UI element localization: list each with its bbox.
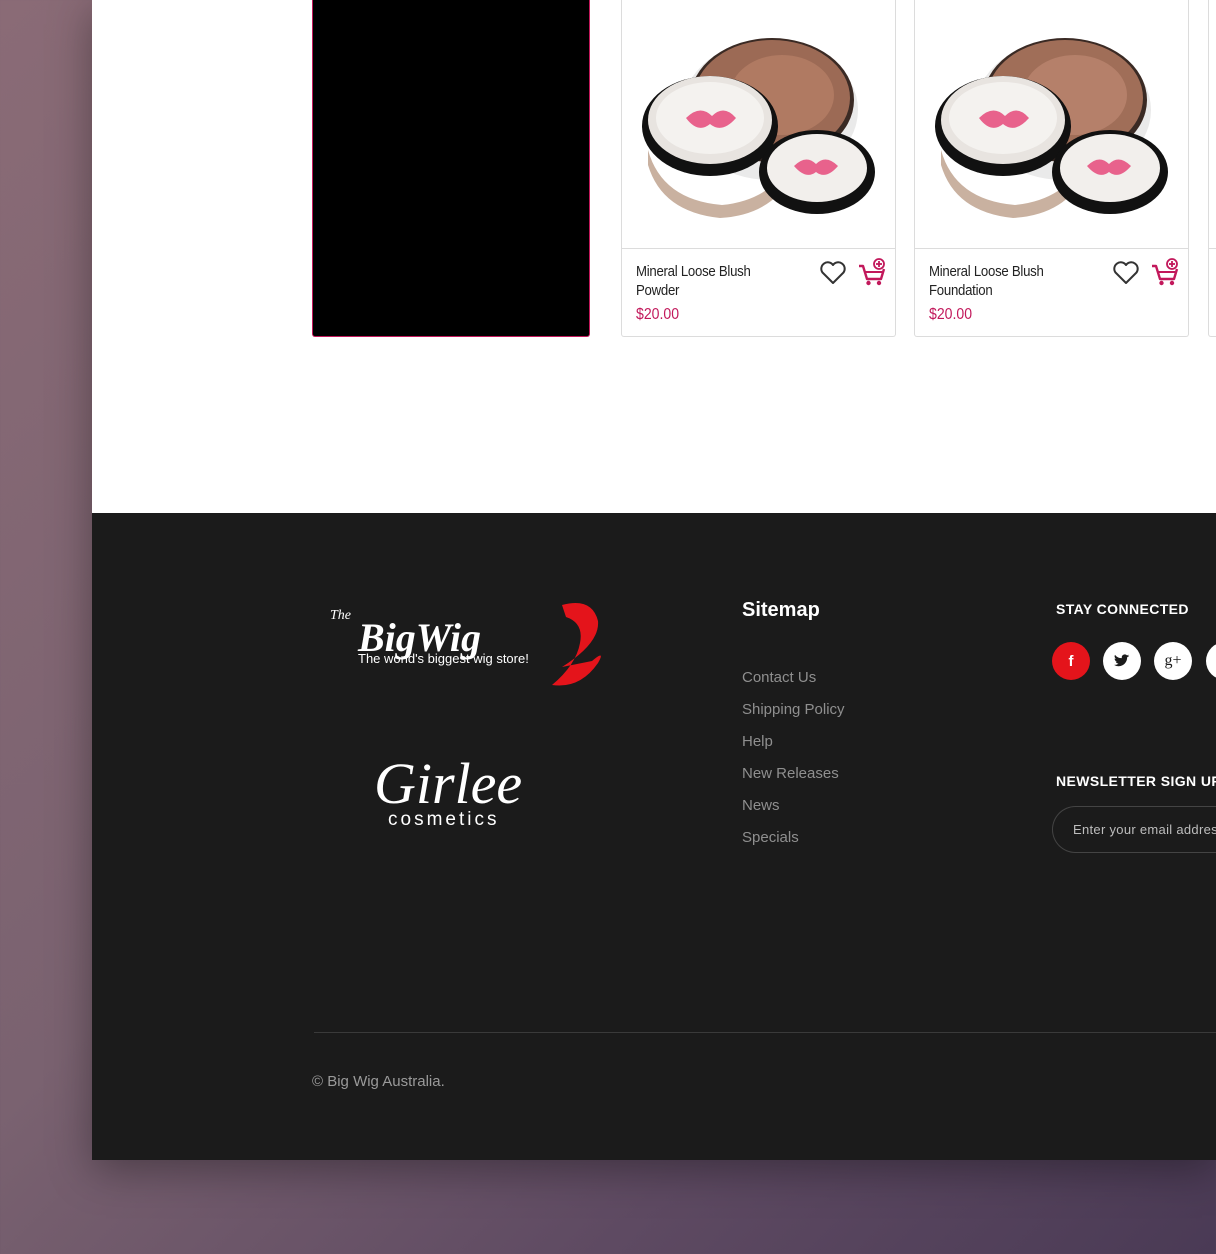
add-to-cart-icon[interactable] — [1150, 258, 1180, 288]
product-card[interactable]: Mineral Loose Blush Foundation $20.00 — [914, 0, 1189, 337]
newsletter-email-input[interactable] — [1052, 806, 1216, 853]
wishlist-heart-icon[interactable] — [1112, 260, 1140, 286]
sitemap-link-specials[interactable]: Specials — [742, 829, 845, 861]
copyright-text: © Big Wig Australia. — [312, 1073, 445, 1090]
product-title[interactable]: Mineral Loose Blush Foundation — [929, 262, 1079, 300]
svg-text:Girlee: Girlee — [374, 751, 522, 816]
page: Mineral Loose Blush Powder $20.00 Minera… — [92, 0, 1216, 1160]
product-carousel: Mineral Loose Blush Powder $20.00 Minera… — [92, 0, 1216, 513]
wishlist-heart-icon[interactable] — [819, 260, 847, 286]
add-to-cart-icon[interactable] — [857, 258, 887, 288]
product-price: $20.00 — [929, 306, 973, 323]
social-icon[interactable] — [1206, 642, 1216, 680]
bigwig-logo[interactable]: The BigWig The world's biggest wig store… — [330, 599, 612, 689]
svg-text:cosmetics: cosmetics — [388, 809, 499, 830]
twitter-icon[interactable] — [1103, 642, 1141, 680]
black-banner-panel — [312, 0, 590, 337]
product-card-partial[interactable] — [1208, 0, 1216, 337]
product-card[interactable]: Mineral Loose Blush Powder $20.00 — [621, 0, 896, 337]
product-price: $20.00 — [636, 306, 680, 323]
footer-divider — [314, 1032, 1216, 1033]
sitemap-links: Contact Us Shipping Policy Help New Rele… — [742, 669, 845, 861]
sitemap-link-new-releases[interactable]: New Releases — [742, 765, 845, 797]
stay-connected-title: STAY CONNECTED — [1056, 601, 1189, 617]
facebook-icon[interactable]: f — [1052, 642, 1090, 680]
site-footer: The BigWig The world's biggest wig store… — [92, 513, 1216, 1160]
sitemap-link-contact-us[interactable]: Contact Us — [742, 669, 845, 701]
sitemap-link-shipping-policy[interactable]: Shipping Policy — [742, 701, 845, 733]
svg-text:The: The — [330, 608, 351, 623]
product-image[interactable] — [622, 0, 895, 249]
newsletter-title: NEWSLETTER SIGN UP — [1056, 773, 1216, 789]
google-plus-icon[interactable]: g+ — [1154, 642, 1192, 680]
girlee-cosmetics-logo[interactable]: Girlee cosmetics — [372, 733, 542, 838]
sitemap-link-help[interactable]: Help — [742, 733, 845, 765]
sitemap-title: Sitemap — [742, 599, 820, 621]
product-image[interactable] — [915, 0, 1188, 249]
product-image[interactable] — [1209, 0, 1216, 249]
product-title[interactable]: Mineral Loose Blush Powder — [636, 262, 786, 300]
svg-text:The world's biggest wig store!: The world's biggest wig store! — [358, 651, 529, 666]
sitemap-link-news[interactable]: News — [742, 797, 845, 829]
twitter-bird-icon — [1114, 654, 1130, 667]
